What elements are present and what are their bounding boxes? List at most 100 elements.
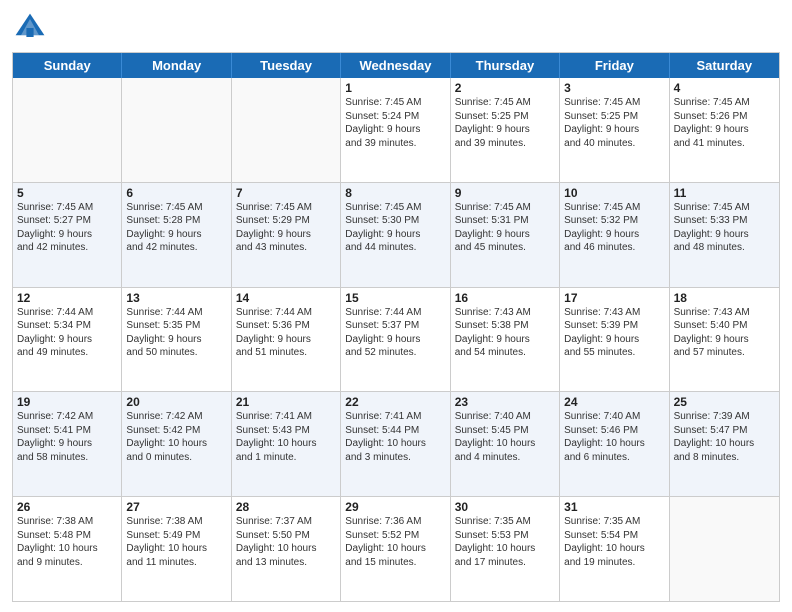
day-number: 20	[126, 395, 226, 409]
day-number: 9	[455, 186, 555, 200]
day-number: 11	[674, 186, 775, 200]
header-day-monday: Monday	[122, 53, 231, 78]
day-number: 4	[674, 81, 775, 95]
day-cell-23: 23Sunrise: 7:40 AM Sunset: 5:45 PM Dayli…	[451, 392, 560, 496]
header-day-thursday: Thursday	[451, 53, 560, 78]
day-detail: Sunrise: 7:45 AM Sunset: 5:26 PM Dayligh…	[674, 96, 775, 150]
day-cell-12: 12Sunrise: 7:44 AM Sunset: 5:34 PM Dayli…	[13, 288, 122, 392]
empty-cell	[13, 78, 122, 182]
day-cell-22: 22Sunrise: 7:41 AM Sunset: 5:44 PM Dayli…	[341, 392, 450, 496]
day-number: 19	[17, 395, 117, 409]
day-cell-25: 25Sunrise: 7:39 AM Sunset: 5:47 PM Dayli…	[670, 392, 779, 496]
day-number: 6	[126, 186, 226, 200]
day-cell-31: 31Sunrise: 7:35 AM Sunset: 5:54 PM Dayli…	[560, 497, 669, 601]
day-number: 8	[345, 186, 445, 200]
day-cell-6: 6Sunrise: 7:45 AM Sunset: 5:28 PM Daylig…	[122, 183, 231, 287]
header-day-sunday: Sunday	[13, 53, 122, 78]
day-cell-30: 30Sunrise: 7:35 AM Sunset: 5:53 PM Dayli…	[451, 497, 560, 601]
day-cell-9: 9Sunrise: 7:45 AM Sunset: 5:31 PM Daylig…	[451, 183, 560, 287]
day-cell-28: 28Sunrise: 7:37 AM Sunset: 5:50 PM Dayli…	[232, 497, 341, 601]
day-number: 30	[455, 500, 555, 514]
day-detail: Sunrise: 7:38 AM Sunset: 5:49 PM Dayligh…	[126, 515, 226, 569]
day-number: 12	[17, 291, 117, 305]
day-cell-29: 29Sunrise: 7:36 AM Sunset: 5:52 PM Dayli…	[341, 497, 450, 601]
day-detail: Sunrise: 7:43 AM Sunset: 5:40 PM Dayligh…	[674, 306, 775, 360]
day-number: 16	[455, 291, 555, 305]
day-cell-26: 26Sunrise: 7:38 AM Sunset: 5:48 PM Dayli…	[13, 497, 122, 601]
day-number: 13	[126, 291, 226, 305]
day-number: 14	[236, 291, 336, 305]
day-cell-17: 17Sunrise: 7:43 AM Sunset: 5:39 PM Dayli…	[560, 288, 669, 392]
header-day-friday: Friday	[560, 53, 669, 78]
day-cell-5: 5Sunrise: 7:45 AM Sunset: 5:27 PM Daylig…	[13, 183, 122, 287]
day-number: 7	[236, 186, 336, 200]
day-detail: Sunrise: 7:38 AM Sunset: 5:48 PM Dayligh…	[17, 515, 117, 569]
day-detail: Sunrise: 7:45 AM Sunset: 5:27 PM Dayligh…	[17, 201, 117, 255]
day-number: 24	[564, 395, 664, 409]
day-detail: Sunrise: 7:43 AM Sunset: 5:38 PM Dayligh…	[455, 306, 555, 360]
day-cell-1: 1Sunrise: 7:45 AM Sunset: 5:24 PM Daylig…	[341, 78, 450, 182]
day-detail: Sunrise: 7:45 AM Sunset: 5:30 PM Dayligh…	[345, 201, 445, 255]
day-detail: Sunrise: 7:42 AM Sunset: 5:42 PM Dayligh…	[126, 410, 226, 464]
day-detail: Sunrise: 7:35 AM Sunset: 5:54 PM Dayligh…	[564, 515, 664, 569]
day-cell-21: 21Sunrise: 7:41 AM Sunset: 5:43 PM Dayli…	[232, 392, 341, 496]
day-detail: Sunrise: 7:45 AM Sunset: 5:24 PM Dayligh…	[345, 96, 445, 150]
day-number: 25	[674, 395, 775, 409]
day-cell-4: 4Sunrise: 7:45 AM Sunset: 5:26 PM Daylig…	[670, 78, 779, 182]
day-detail: Sunrise: 7:36 AM Sunset: 5:52 PM Dayligh…	[345, 515, 445, 569]
day-detail: Sunrise: 7:45 AM Sunset: 5:33 PM Dayligh…	[674, 201, 775, 255]
day-number: 15	[345, 291, 445, 305]
day-detail: Sunrise: 7:45 AM Sunset: 5:32 PM Dayligh…	[564, 201, 664, 255]
day-detail: Sunrise: 7:42 AM Sunset: 5:41 PM Dayligh…	[17, 410, 117, 464]
day-detail: Sunrise: 7:39 AM Sunset: 5:47 PM Dayligh…	[674, 410, 775, 464]
header-day-saturday: Saturday	[670, 53, 779, 78]
logo-icon	[12, 10, 48, 46]
empty-cell	[232, 78, 341, 182]
day-detail: Sunrise: 7:41 AM Sunset: 5:44 PM Dayligh…	[345, 410, 445, 464]
day-cell-18: 18Sunrise: 7:43 AM Sunset: 5:40 PM Dayli…	[670, 288, 779, 392]
calendar-body: 1Sunrise: 7:45 AM Sunset: 5:24 PM Daylig…	[13, 78, 779, 601]
logo	[12, 10, 52, 46]
day-cell-19: 19Sunrise: 7:42 AM Sunset: 5:41 PM Dayli…	[13, 392, 122, 496]
day-cell-13: 13Sunrise: 7:44 AM Sunset: 5:35 PM Dayli…	[122, 288, 231, 392]
day-cell-14: 14Sunrise: 7:44 AM Sunset: 5:36 PM Dayli…	[232, 288, 341, 392]
day-number: 18	[674, 291, 775, 305]
day-number: 28	[236, 500, 336, 514]
day-detail: Sunrise: 7:44 AM Sunset: 5:34 PM Dayligh…	[17, 306, 117, 360]
day-cell-10: 10Sunrise: 7:45 AM Sunset: 5:32 PM Dayli…	[560, 183, 669, 287]
calendar: SundayMondayTuesdayWednesdayThursdayFrid…	[12, 52, 780, 602]
day-detail: Sunrise: 7:45 AM Sunset: 5:28 PM Dayligh…	[126, 201, 226, 255]
day-number: 31	[564, 500, 664, 514]
empty-cell	[122, 78, 231, 182]
day-cell-15: 15Sunrise: 7:44 AM Sunset: 5:37 PM Dayli…	[341, 288, 450, 392]
header-day-tuesday: Tuesday	[232, 53, 341, 78]
empty-cell	[670, 497, 779, 601]
calendar-row-0: 1Sunrise: 7:45 AM Sunset: 5:24 PM Daylig…	[13, 78, 779, 183]
day-detail: Sunrise: 7:40 AM Sunset: 5:46 PM Dayligh…	[564, 410, 664, 464]
day-number: 3	[564, 81, 664, 95]
day-cell-3: 3Sunrise: 7:45 AM Sunset: 5:25 PM Daylig…	[560, 78, 669, 182]
day-detail: Sunrise: 7:45 AM Sunset: 5:25 PM Dayligh…	[455, 96, 555, 150]
day-number: 17	[564, 291, 664, 305]
day-number: 22	[345, 395, 445, 409]
day-detail: Sunrise: 7:41 AM Sunset: 5:43 PM Dayligh…	[236, 410, 336, 464]
calendar-row-2: 12Sunrise: 7:44 AM Sunset: 5:34 PM Dayli…	[13, 288, 779, 393]
day-detail: Sunrise: 7:37 AM Sunset: 5:50 PM Dayligh…	[236, 515, 336, 569]
day-cell-27: 27Sunrise: 7:38 AM Sunset: 5:49 PM Dayli…	[122, 497, 231, 601]
day-cell-11: 11Sunrise: 7:45 AM Sunset: 5:33 PM Dayli…	[670, 183, 779, 287]
header-day-wednesday: Wednesday	[341, 53, 450, 78]
calendar-row-1: 5Sunrise: 7:45 AM Sunset: 5:27 PM Daylig…	[13, 183, 779, 288]
day-cell-2: 2Sunrise: 7:45 AM Sunset: 5:25 PM Daylig…	[451, 78, 560, 182]
day-number: 2	[455, 81, 555, 95]
day-number: 27	[126, 500, 226, 514]
day-cell-20: 20Sunrise: 7:42 AM Sunset: 5:42 PM Dayli…	[122, 392, 231, 496]
calendar-header: SundayMondayTuesdayWednesdayThursdayFrid…	[13, 53, 779, 78]
day-number: 5	[17, 186, 117, 200]
day-detail: Sunrise: 7:44 AM Sunset: 5:37 PM Dayligh…	[345, 306, 445, 360]
day-cell-8: 8Sunrise: 7:45 AM Sunset: 5:30 PM Daylig…	[341, 183, 450, 287]
day-detail: Sunrise: 7:44 AM Sunset: 5:35 PM Dayligh…	[126, 306, 226, 360]
calendar-row-3: 19Sunrise: 7:42 AM Sunset: 5:41 PM Dayli…	[13, 392, 779, 497]
day-cell-24: 24Sunrise: 7:40 AM Sunset: 5:46 PM Dayli…	[560, 392, 669, 496]
day-number: 29	[345, 500, 445, 514]
day-detail: Sunrise: 7:45 AM Sunset: 5:25 PM Dayligh…	[564, 96, 664, 150]
